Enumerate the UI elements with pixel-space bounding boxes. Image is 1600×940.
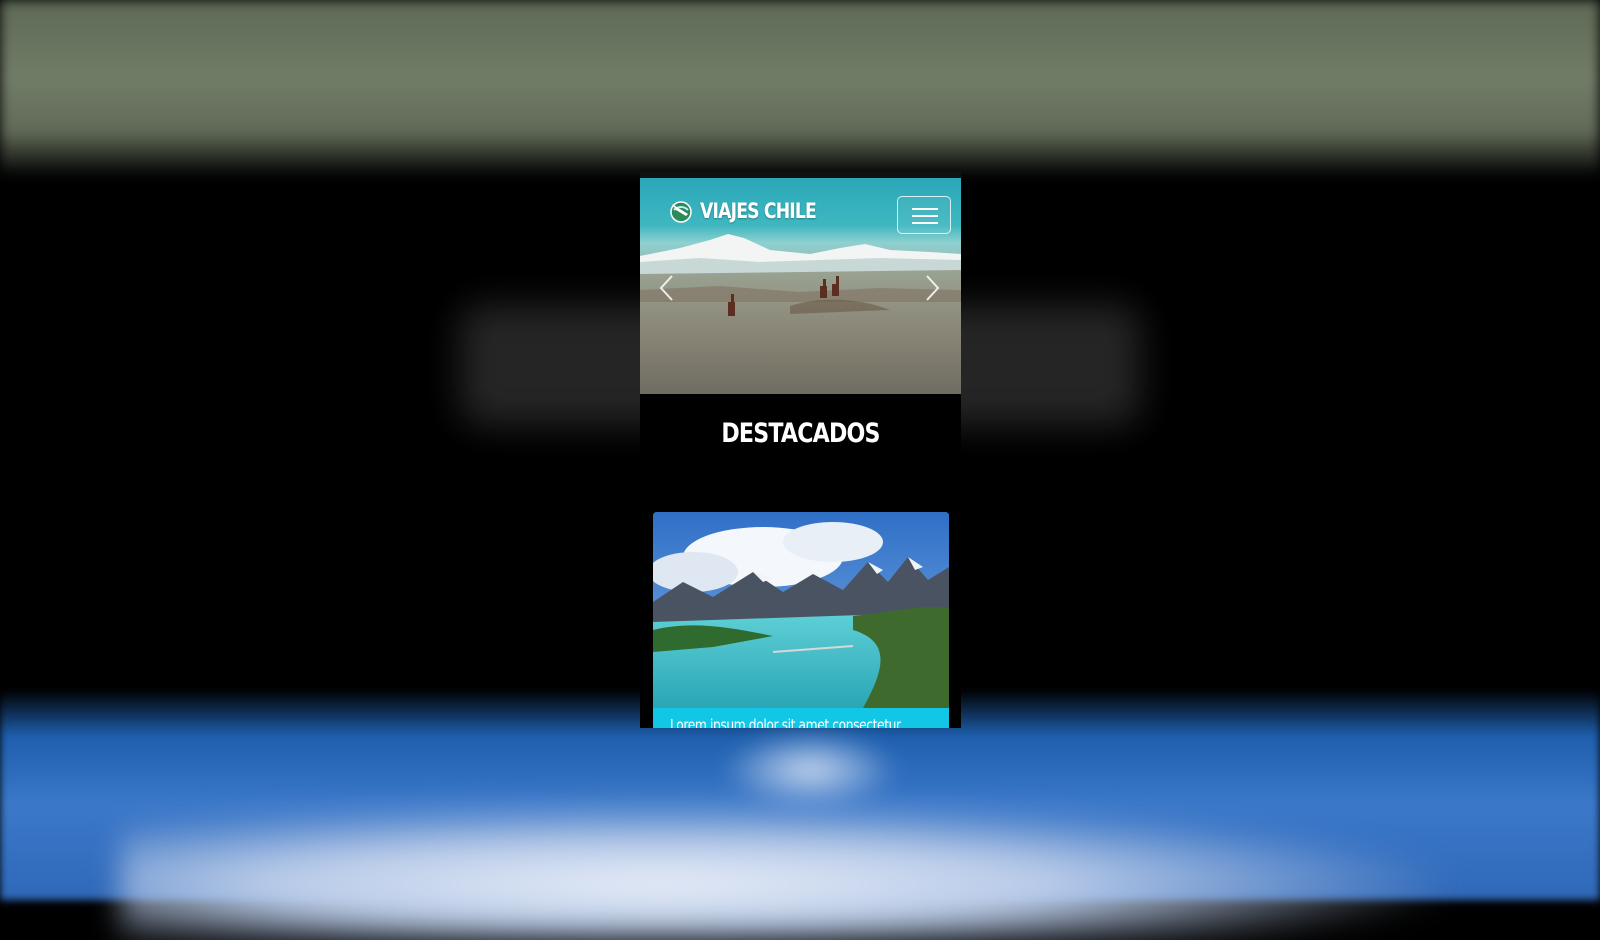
card-text: Lorem ipsum dolor sit amet consectetur [670,716,901,728]
globe-plane-logo-icon [670,201,692,223]
brand-link[interactable]: VIAJES CHILE [668,198,841,224]
navbar: VIAJES CHILE [640,178,961,236]
card-body: Lorem ipsum dolor sit amet consectetur [653,708,949,728]
hamburger-menu-icon [912,208,938,210]
section-title-text: DESTACADOS [721,418,880,449]
mobile-viewport: VIAJES CHILE DESTACADOS Lorem ipsum dolo… [640,172,961,728]
brand-name: VIAJES CHILE [700,199,817,223]
hamburger-line [912,215,938,217]
hamburger-line [912,222,938,224]
blurred-backdrop-top [0,0,1600,175]
hero-carousel[interactable]: VIAJES CHILE [640,178,961,394]
blurred-backdrop-cloud [120,800,1470,940]
featured-card[interactable]: Lorem ipsum dolor sit amet consectetur [653,512,949,728]
section-title: DESTACADOS [640,418,961,449]
chevron-right-icon [926,275,940,301]
carousel-next-button[interactable] [917,268,947,308]
card-image [653,512,949,708]
menu-toggle-button[interactable] [897,196,951,234]
blurred-backdrop-cloud-small [720,730,900,810]
chevron-left-icon [659,275,673,301]
carousel-prev-button[interactable] [652,268,682,308]
